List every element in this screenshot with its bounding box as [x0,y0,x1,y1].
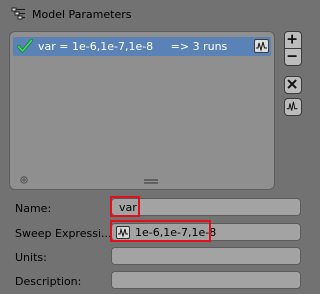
name-label: Name: [15,202,52,215]
panel-title: Model Parameters [32,8,132,21]
panel-header: Model Parameters [0,0,307,30]
list-item[interactable]: var = 1e-6,1e-7,1e-8 => 3 runs [13,37,271,56]
add-parameter-button[interactable] [284,31,302,49]
sweep-expression-field[interactable]: 1e-6,1e-7,1e-8 [111,223,301,241]
edit-expression-button[interactable] [254,39,269,53]
name-value: var [119,201,137,214]
remove-parameter-button[interactable] [284,48,302,66]
clear-parameters-button[interactable] [284,76,302,94]
description-label: Description: [15,275,82,288]
description-field[interactable] [111,271,301,289]
waveform-icon[interactable] [116,226,130,239]
sweep-expression-value: 1e-6,1e-7,1e-8 [135,226,217,239]
name-field[interactable]: var [111,198,301,216]
units-label: Units: [15,251,47,264]
checkmark-icon[interactable] [17,39,33,53]
resize-grip-icon[interactable] [143,179,159,184]
sweep-expression-label: Sweep Expressi... [15,227,112,240]
minus-icon [287,55,297,57]
parameter-list[interactable]: var = 1e-6,1e-7,1e-8 => 3 runs [9,31,275,190]
plus-icon [287,34,297,44]
parameters-icon [11,7,25,20]
add-small-icon[interactable] [20,176,28,184]
waveform-button[interactable] [284,98,302,116]
waveform-icon [256,41,267,52]
waveform-icon [286,101,298,111]
units-field[interactable] [111,247,301,265]
list-item-label: var = 1e-6,1e-7,1e-8 => 3 runs [38,40,228,53]
x-icon [287,79,297,89]
